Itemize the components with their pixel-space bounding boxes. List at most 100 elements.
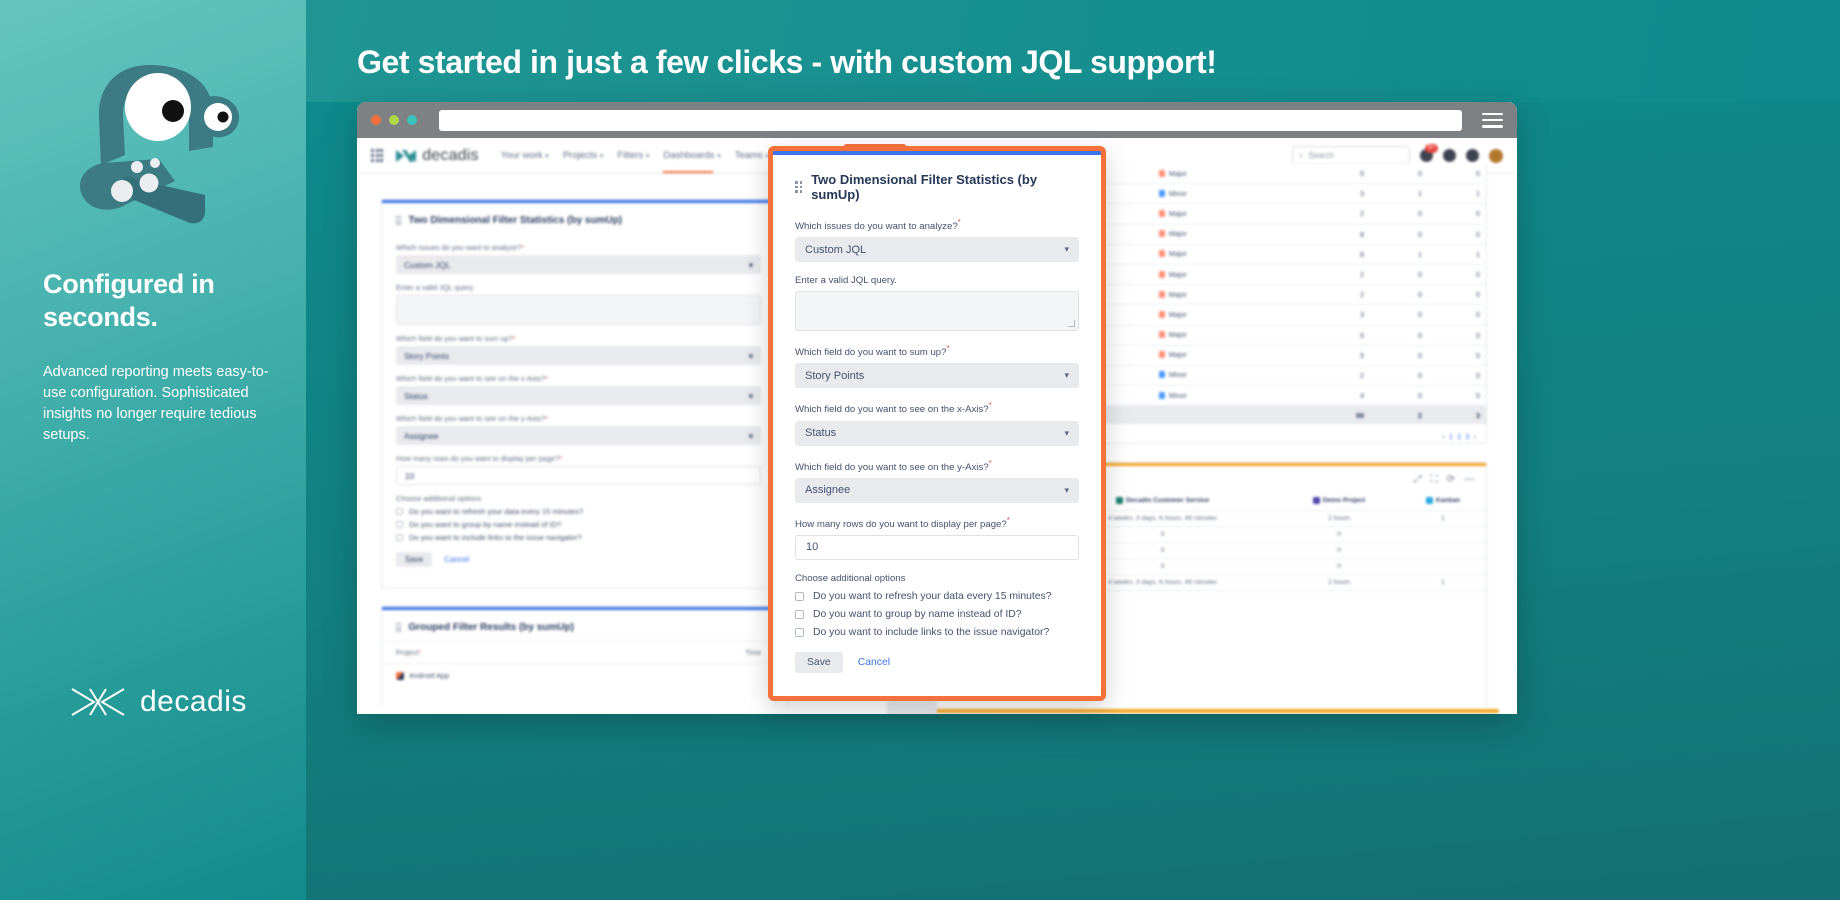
worklog-cell: 1 — [1399, 510, 1486, 527]
issue-value-1: 5 — [1297, 345, 1371, 366]
fullscreen-icon[interactable]: ⛶ — [1431, 474, 1438, 485]
drag-handle-icon[interactable] — [396, 216, 402, 225]
two-dimensional-filter-card: Two Dimensional Filter Statistics (by su… — [381, 199, 776, 589]
issue-value-2: 0 — [1370, 164, 1428, 185]
issue-priority: Minor — [1152, 183, 1298, 205]
app-switcher-icon[interactable] — [371, 149, 384, 162]
priority-major-icon — [1158, 209, 1165, 217]
checkbox-issue-links[interactable]: Do you want to include links to the issu… — [396, 533, 761, 542]
notifications-icon[interactable]: 9+ — [1420, 144, 1438, 162]
priority-minor-icon — [1158, 391, 1165, 399]
modal-checkbox-issue-links[interactable]: Do you want to include links to the issu… — [795, 627, 1079, 638]
issues-select[interactable]: Custom JQL ▾ — [396, 255, 761, 274]
gear-icon[interactable] — [1466, 149, 1479, 162]
modal-options-title: Choose additional options — [795, 572, 906, 584]
nav-item-projects[interactable]: Projects ▾ — [563, 150, 603, 161]
chevron-down-icon: ▾ — [748, 430, 753, 441]
issue-value-3: 0 — [1428, 224, 1486, 245]
scroll-tab-handle[interactable] — [887, 701, 937, 714]
priority-major-icon — [1158, 230, 1165, 238]
priority-major-icon — [1158, 310, 1165, 318]
jira-brand-logo[interactable]: decadis — [395, 147, 479, 165]
modal-sum-field-select[interactable]: Story Points ▾ — [795, 363, 1079, 389]
nav-item-dashboards[interactable]: Dashboards ▾ — [663, 150, 721, 173]
issue-value-2: 0 — [1370, 224, 1428, 245]
chevron-down-icon: ▾ — [599, 153, 604, 160]
resize-icon[interactable]: ⤢ — [1414, 474, 1422, 485]
modal-label-rows: How many rows do you want to display per… — [795, 515, 1010, 530]
cancel-button[interactable]: Cancel — [444, 555, 469, 564]
minimize-icon[interactable]: — — [1464, 474, 1474, 485]
issue-value-2: 0 — [1370, 385, 1428, 407]
window-minimize-button[interactable] — [389, 115, 399, 125]
issue-value-1: 3 — [1297, 183, 1371, 205]
checkbox-refresh[interactable]: Do you want to refresh your data every 1… — [396, 507, 761, 516]
modal-jql-textarea[interactable] — [795, 291, 1079, 332]
rows-per-page-input[interactable]: 10 — [396, 466, 761, 485]
refresh-icon[interactable]: ⟳ — [1447, 474, 1455, 485]
checkbox-group-by-name[interactable]: Do you want to group by name instead of … — [396, 520, 761, 529]
drag-handle-icon[interactable] — [396, 623, 402, 632]
issue-value-3: 0 — [1428, 365, 1486, 387]
field-label-yaxis: Which field do you want to see on the y-… — [396, 414, 549, 423]
jql-textarea[interactable] — [396, 295, 761, 325]
chevron-down-icon: ▾ — [1064, 370, 1069, 381]
browser-menu-icon[interactable] — [1482, 112, 1503, 128]
modal-xaxis-field-select[interactable]: Status ▾ — [795, 420, 1079, 446]
project-avatar-icon — [396, 671, 404, 680]
required-mark: * — [559, 454, 562, 463]
modal-checkbox-refresh[interactable]: Do you want to refresh your data every 1… — [795, 591, 1079, 602]
jira-nav-items: Your work ▾ Projects ▾ Filters ▾ Dashboa… — [501, 150, 769, 173]
left-promo-panel: Configured in seconds. Advanced reportin… — [0, 0, 306, 900]
help-icon[interactable] — [1443, 149, 1456, 162]
window-close-button[interactable] — [371, 115, 381, 125]
save-button[interactable]: Save — [396, 552, 433, 567]
nav-item-filters[interactable]: Filters ▾ — [617, 150, 649, 161]
page-2-button[interactable]: 2 — [1457, 432, 1461, 441]
page-1-button[interactable]: 1 — [1449, 432, 1453, 441]
xaxis-field-select[interactable]: Status ▾ — [396, 386, 761, 405]
issue-value-3: 0 — [1428, 284, 1486, 306]
issue-value-3: 0 — [1428, 325, 1486, 346]
page-3-button[interactable]: 3 — [1465, 432, 1469, 441]
browser-url-bar[interactable] — [439, 109, 1462, 131]
modal-cancel-button[interactable]: Cancel — [858, 657, 890, 668]
yaxis-field-select[interactable]: Assignee ▾ — [396, 426, 761, 445]
issue-value-3: 0 — [1428, 345, 1486, 366]
issue-value-2: 0 — [1370, 284, 1428, 306]
sum-field-select[interactable]: Story Points ▾ — [396, 346, 761, 365]
worklog-cell: 1 — [1399, 574, 1486, 591]
chevron-down-icon: ▾ — [717, 153, 721, 160]
worklog-cell: 0 — [1278, 526, 1400, 543]
chevron-down-icon: ▾ — [748, 350, 753, 361]
modal-checkbox-group-by-name[interactable]: Do you want to group by name instead of … — [795, 609, 1079, 620]
chevron-down-icon: ▾ — [1064, 484, 1069, 495]
avatar[interactable] — [1489, 148, 1503, 163]
horizontal-scrollbar[interactable] — [357, 707, 1517, 714]
field-label-jql: Enter a valid JQL query. — [396, 283, 475, 292]
modal-save-button[interactable]: Save — [795, 651, 843, 673]
drag-handle-icon[interactable] — [795, 181, 803, 193]
nav-item-teams[interactable]: Teams ▾ — [735, 150, 769, 161]
table-row[interactable]: Android App — [382, 663, 775, 687]
search-placeholder: Search — [1308, 151, 1334, 160]
modal-title: Two Dimensional Filter Statistics (by su… — [795, 155, 1079, 218]
modal-issues-select[interactable]: Custom JQL ▾ — [795, 237, 1079, 263]
issue-priority: Major — [1152, 284, 1298, 306]
nav-item-your-work[interactable]: Your work ▾ — [501, 150, 549, 161]
checkbox-icon — [396, 508, 403, 515]
required-mark: * — [512, 334, 516, 343]
search-input[interactable]: ⌕ Search — [1292, 146, 1410, 165]
field-label-sum: Which field do you want to sum up?* — [396, 334, 516, 343]
checkbox-icon — [396, 534, 403, 541]
decadis-logo: decadis — [70, 685, 247, 719]
issue-value-1: 2 — [1297, 264, 1371, 286]
worklog-cell — [1399, 542, 1486, 559]
total-value-3: 3 — [1428, 405, 1486, 425]
issue-value-3: 0 — [1428, 203, 1486, 225]
page-prev-button[interactable]: ‹ — [1442, 432, 1445, 441]
page-next-button[interactable]: › — [1474, 432, 1477, 441]
modal-rows-per-page-input[interactable]: 10 — [795, 534, 1079, 560]
modal-yaxis-field-select[interactable]: Assignee ▾ — [795, 477, 1079, 503]
window-maximize-button[interactable] — [407, 115, 417, 125]
